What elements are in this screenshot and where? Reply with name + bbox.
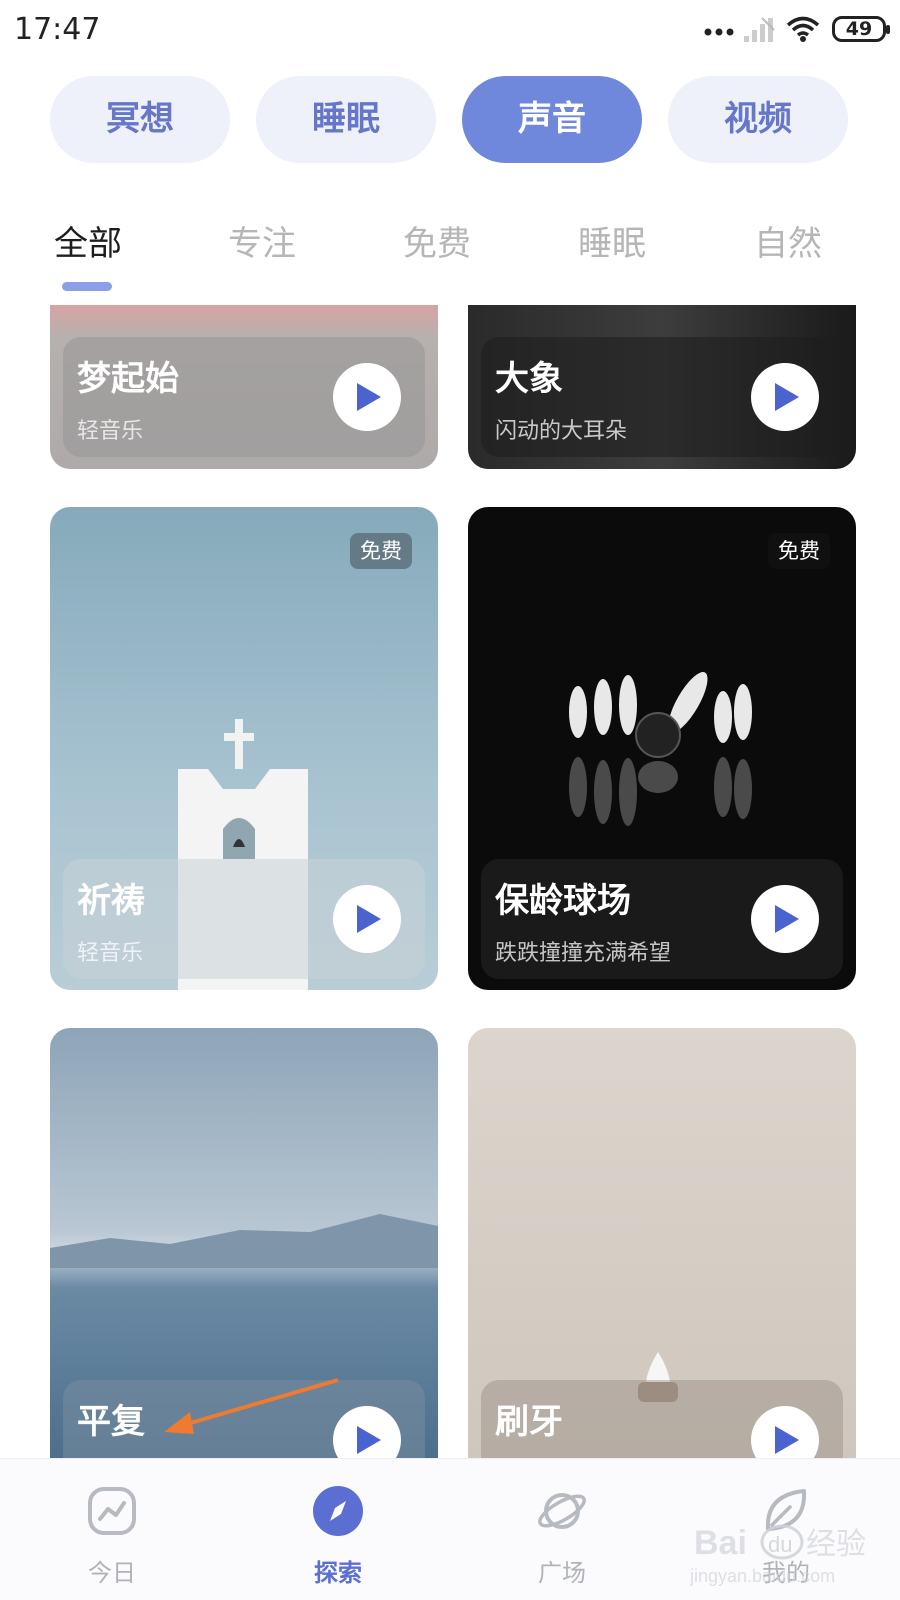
tab-sleep[interactable]: 睡眠: [578, 216, 646, 265]
card-title: 梦起始: [77, 359, 179, 399]
card-info: 刷牙: [481, 1380, 843, 1458]
tab-nature[interactable]: 自然: [754, 216, 822, 265]
mountains-image: [50, 1214, 438, 1268]
card-info: 祈祷 轻音乐: [63, 859, 425, 979]
category-video[interactable]: 视频: [668, 76, 848, 163]
play-icon: [357, 1426, 381, 1454]
card-subtitle: 轻音乐: [77, 419, 144, 444]
signal-icon: [744, 17, 775, 42]
trend-chart-icon: [88, 1487, 136, 1535]
category-meditation[interactable]: 冥想: [50, 76, 230, 163]
card-subtitle: 跌跌撞撞充满希望: [495, 941, 672, 966]
nav-explore[interactable]: 探索: [278, 1459, 398, 1600]
play-button[interactable]: [333, 885, 401, 953]
card-title: 保龄球场: [495, 881, 631, 921]
sound-card[interactable]: 免费 祈祷 轻音乐: [50, 507, 438, 990]
nav-label: 广场: [538, 1559, 586, 1587]
more-dots-icon: [704, 28, 734, 36]
play-icon: [775, 905, 799, 933]
play-icon: [775, 1426, 799, 1454]
play-button[interactable]: [333, 363, 401, 431]
play-icon: [775, 383, 799, 411]
sound-card[interactable]: 免费 保龄球场 跌跌撞撞充满希望: [468, 507, 856, 990]
tab-free[interactable]: 免费: [403, 216, 471, 265]
svg-text:经验: 经验: [806, 1527, 866, 1562]
sound-card[interactable]: 刷牙: [468, 1028, 856, 1458]
svg-text:Bai: Bai: [694, 1524, 747, 1562]
tab-all[interactable]: 全部: [54, 216, 122, 265]
bowling-pins-image: [569, 672, 752, 826]
card-subtitle: 轻音乐: [77, 941, 144, 966]
nav-today[interactable]: 今日: [52, 1459, 172, 1600]
card-subtitle: 闪动的大耳朵: [495, 419, 628, 444]
sound-card[interactable]: 梦起始 轻音乐: [50, 305, 438, 469]
status-bar: 17:47 49: [0, 0, 900, 62]
free-badge: 免费: [350, 533, 412, 569]
sound-card[interactable]: 大象 闪动的大耳朵: [468, 305, 856, 469]
nav-label: 今日: [88, 1559, 136, 1587]
card-title: 大象: [495, 359, 563, 399]
nav-square[interactable]: 广场: [502, 1459, 622, 1600]
battery-icon: 49: [832, 16, 890, 42]
tab-focus[interactable]: 专注: [228, 216, 296, 265]
card-title: 平复: [77, 1402, 145, 1442]
play-button[interactable]: [751, 1406, 819, 1458]
planet-icon: [538, 1493, 586, 1529]
play-button[interactable]: [751, 885, 819, 953]
nav-label: 探索: [314, 1559, 362, 1587]
category-sound[interactable]: 声音: [462, 76, 642, 163]
tab-indicator: [62, 282, 112, 291]
play-icon: [357, 383, 381, 411]
svg-text:jingyan.baidu.com: jingyan.baidu.com: [690, 1566, 835, 1586]
compass-icon: [313, 1486, 363, 1536]
status-time: 17:47: [14, 12, 101, 47]
card-info: 梦起始 轻音乐: [63, 337, 425, 457]
play-icon: [357, 905, 381, 933]
svg-text:du: du: [768, 1532, 792, 1557]
free-badge: 免费: [768, 533, 830, 569]
card-title: 刷牙: [495, 1402, 563, 1442]
category-sleep[interactable]: 睡眠: [256, 76, 436, 163]
card-title: 祈祷: [77, 881, 145, 921]
card-info: 大象 闪动的大耳朵: [481, 337, 843, 457]
play-button[interactable]: [751, 363, 819, 431]
wifi-icon: [786, 16, 820, 42]
baidu-jingyan-watermark: Bai du 经验 jingyan.baidu.com: [690, 1524, 866, 1586]
annotation-arrow-icon: [164, 1378, 339, 1434]
card-info: 保龄球场 跌跌撞撞充满希望: [481, 859, 843, 979]
